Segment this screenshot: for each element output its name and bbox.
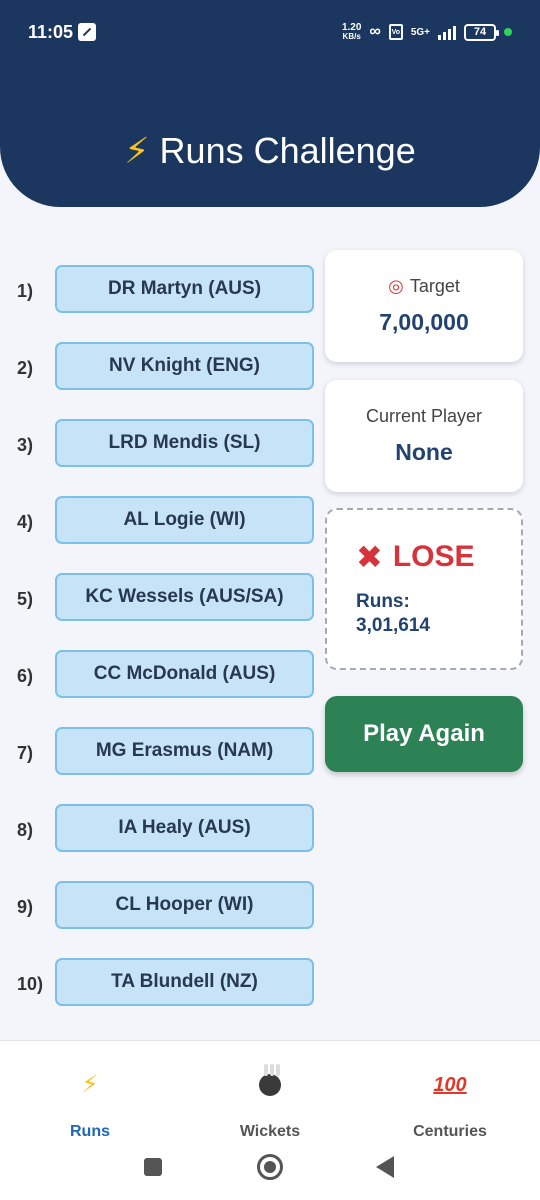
row-number: 4) bbox=[17, 512, 34, 532]
signal-icon bbox=[438, 24, 456, 40]
header: 11:05 1.20 KB/s ∞ Vo 5G+ 74 ⚡ Runs Challe… bbox=[0, 0, 540, 207]
current-player-value: None bbox=[395, 439, 453, 465]
net-speed: 1.20 KB/s bbox=[341, 22, 362, 42]
tab-centuries-label: Centuries bbox=[413, 1123, 487, 1140]
battery-level: 74 bbox=[473, 26, 487, 38]
battery-icon: 74 bbox=[464, 23, 499, 41]
target-label: ◎ Target bbox=[388, 276, 460, 296]
result-status: ✖ LOSE bbox=[356, 539, 475, 575]
current-player-card: Current Player None bbox=[325, 380, 523, 492]
page-title: ⚡ Runs Challenge bbox=[0, 130, 540, 172]
net-speed-value: 1.20 bbox=[341, 22, 362, 33]
status-time: 11:05 bbox=[28, 21, 74, 42]
player-button[interactable]: CC McDonald (AUS) bbox=[55, 650, 314, 698]
player-button[interactable]: MG Erasmus (NAM) bbox=[55, 727, 314, 775]
play-again-button[interactable]: Play Again bbox=[325, 696, 523, 772]
runs-label: Runs: bbox=[356, 591, 410, 612]
row-number: 10) bbox=[17, 974, 44, 994]
volte-icon: Vo bbox=[388, 24, 403, 40]
tab-runs[interactable]: ⚡ Runs bbox=[0, 1041, 180, 1141]
player-button[interactable]: AL Logie (WI) bbox=[55, 496, 314, 544]
target-value: 7,00,000 bbox=[379, 309, 469, 335]
row-number: 1) bbox=[17, 281, 34, 301]
result-card: ✖ LOSE Runs: 3,01,614 bbox=[325, 508, 523, 670]
page-title-text: Runs Challenge bbox=[159, 130, 416, 171]
player-button[interactable]: DR Martyn (AUS) bbox=[55, 265, 314, 313]
net-speed-unit: KB/s bbox=[342, 32, 361, 41]
player-button[interactable]: KC Wessels (AUS/SA) bbox=[55, 573, 314, 621]
tab-runs-label: Runs bbox=[70, 1123, 110, 1140]
back-icon[interactable] bbox=[376, 1156, 394, 1178]
player-button[interactable]: TA Blundell (NZ) bbox=[55, 958, 314, 1006]
player-button[interactable]: IA Healy (AUS) bbox=[55, 804, 314, 852]
row-number: 6) bbox=[17, 666, 34, 686]
tab-wickets-label: Wickets bbox=[239, 1123, 301, 1140]
target-card: ◎ Target 7,00,000 bbox=[325, 250, 523, 362]
lightning-icon: ⚡ bbox=[81, 1071, 99, 1098]
lightning-icon: ⚡ bbox=[124, 130, 150, 171]
tab-centuries[interactable]: 100 Centuries bbox=[360, 1041, 540, 1141]
privacy-dot-icon bbox=[504, 28, 512, 36]
hundred-icon: 100 bbox=[433, 1074, 467, 1096]
tab-wickets[interactable]: Wickets bbox=[180, 1041, 360, 1141]
bottom-nav: ⚡ Runs Wickets 100 Centuries bbox=[0, 1040, 540, 1140]
home-icon[interactable] bbox=[257, 1154, 283, 1180]
row-number: 7) bbox=[17, 743, 34, 763]
runs-total: Runs: 3,01,614 bbox=[356, 590, 521, 638]
network-type: 5G+ bbox=[410, 26, 430, 38]
player-button[interactable]: LRD Mendis (SL) bbox=[55, 419, 314, 467]
target-icon: ◎ bbox=[388, 276, 404, 296]
player-button[interactable]: NV Knight (ENG) bbox=[55, 342, 314, 390]
runs-value: 3,01,614 bbox=[356, 615, 430, 636]
status-icons: 1.20 KB/s ∞ Vo 5G+ 74 bbox=[342, 23, 512, 41]
recents-icon[interactable] bbox=[144, 1158, 162, 1176]
current-player-label: Current Player bbox=[365, 406, 483, 426]
player-button[interactable]: CL Hooper (WI) bbox=[55, 881, 314, 929]
cross-icon: ✖ bbox=[356, 539, 383, 575]
system-nav-bar bbox=[0, 1140, 540, 1200]
row-number: 9) bbox=[17, 897, 34, 917]
row-number: 2) bbox=[17, 358, 34, 378]
row-number: 3) bbox=[17, 435, 34, 455]
row-number: 5) bbox=[17, 589, 34, 609]
row-number: 8) bbox=[17, 820, 34, 840]
hotspot-link-icon: ∞ bbox=[369, 23, 381, 40]
bowling-icon bbox=[259, 1064, 281, 1101]
wrench-icon bbox=[78, 23, 97, 41]
status-bar: 11:05 1.20 KB/s ∞ Vo 5G+ 74 bbox=[0, 0, 540, 64]
